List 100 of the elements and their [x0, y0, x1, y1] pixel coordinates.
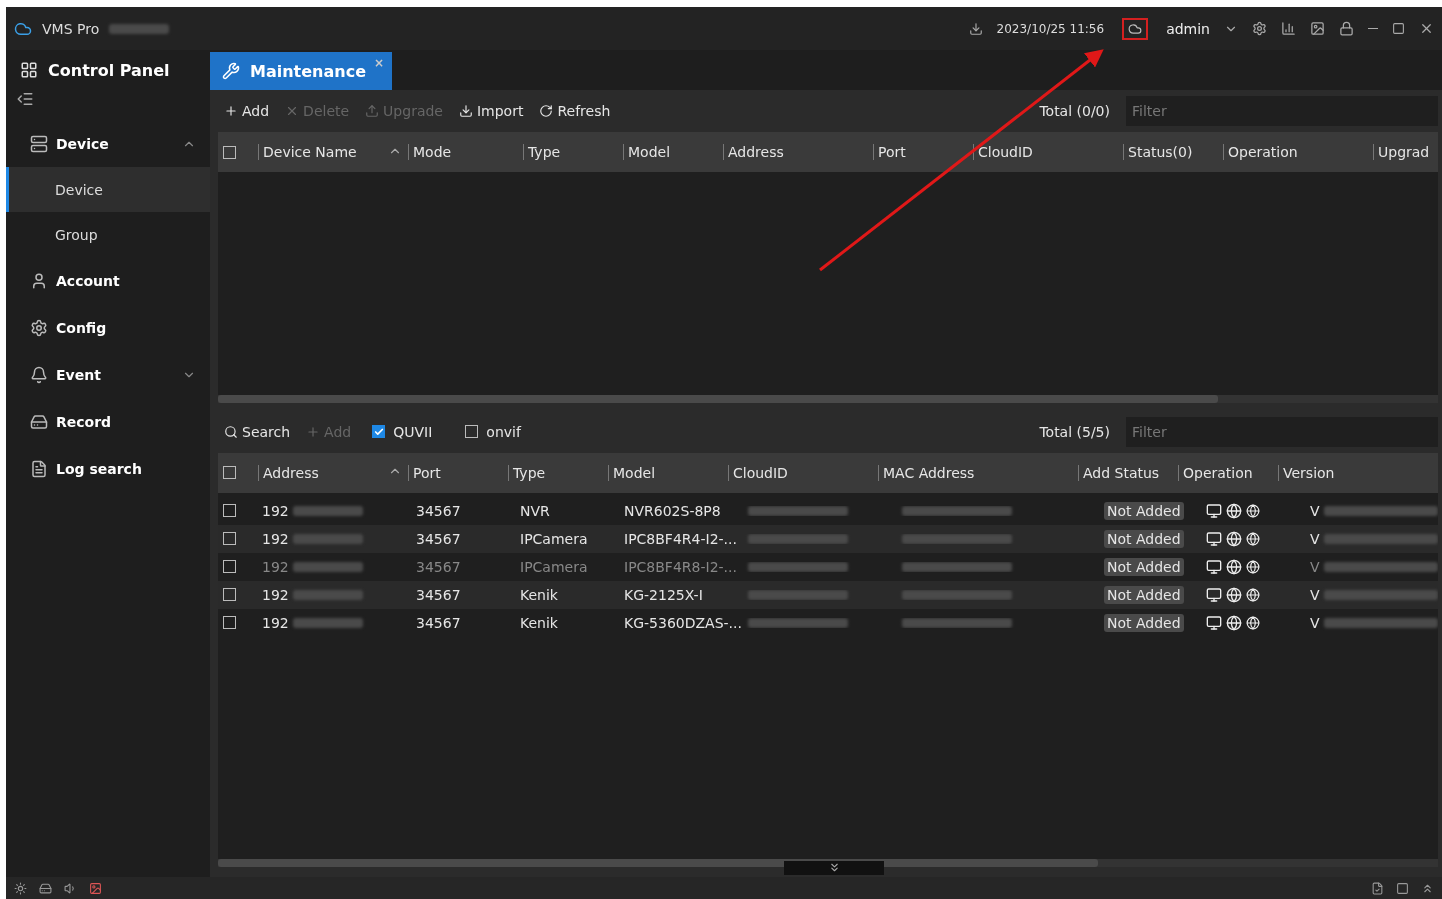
checkbox[interactable] [223, 588, 236, 601]
table-row[interactable]: 192 34567 Kenik KG-5360DZAS-... Not Added V [218, 608, 1438, 637]
redacted-text [292, 561, 363, 572]
column-header[interactable]: Version [1278, 464, 1335, 481]
column-header[interactable]: Device Name [258, 144, 357, 160]
drive-icon [30, 412, 48, 431]
checkbox[interactable] [223, 145, 236, 159]
checkbox-option[interactable]: QUVII [367, 423, 433, 440]
user-name[interactable]: admin [1166, 20, 1210, 37]
status-badge: Not Added [1104, 557, 1184, 576]
column-header[interactable]: Add Status [1078, 464, 1160, 481]
column-header[interactable]: Operation [1223, 144, 1298, 160]
scrollbar[interactable] [218, 394, 1438, 403]
table-cell: V [1310, 558, 1320, 575]
table-cell: V [1310, 502, 1320, 519]
download-icon [968, 21, 983, 36]
control-panel-title[interactable]: Control Panel [48, 60, 170, 80]
settings-icon [1252, 21, 1267, 36]
filter-field[interactable]: Filter [1126, 96, 1438, 126]
toolbar-button[interactable]: Refresh [539, 103, 611, 119]
bar-chart-icon [1281, 21, 1296, 36]
menu-item[interactable]: Config [6, 304, 210, 351]
status-badge: Not Added [1104, 529, 1184, 548]
table-cell: NVR602S-8P8 [624, 502, 721, 519]
column-header[interactable]: Port [408, 464, 441, 481]
column-header[interactable]: Type [523, 144, 561, 160]
collapse-menu-icon [16, 90, 34, 108]
cloud-icon [1128, 21, 1143, 36]
submenu-item[interactable]: Group [6, 212, 210, 257]
wrench-icon [222, 62, 240, 80]
column-header[interactable]: Address [258, 464, 319, 481]
menu-item[interactable]: Account [6, 257, 210, 304]
column-header[interactable]: Operation [1178, 464, 1253, 481]
table-cell: 192 [262, 586, 289, 603]
checkbox[interactable] [223, 504, 236, 517]
table-row[interactable]: 192 34567 NVR NVR602S-8P8 Not Added V [218, 496, 1438, 525]
toolbar-button[interactable]: Import [458, 103, 524, 119]
column-header[interactable]: CloudID [728, 464, 788, 481]
total-count: Total (5/5) [1039, 423, 1110, 440]
maximize-icon [1392, 22, 1405, 35]
table-row[interactable]: 192 34567 IPCamera IPC8BF4R8-I2-... Not Added V [218, 552, 1438, 581]
column-header[interactable]: Model [623, 144, 671, 160]
user-icon [30, 271, 48, 290]
tab[interactable]: Maintenance × [210, 52, 392, 90]
checkbox[interactable] [465, 425, 479, 438]
table-cell: V [1310, 614, 1320, 631]
table-cell: NVR [520, 502, 550, 519]
column-header[interactable]: Upgrad [1373, 144, 1430, 160]
datetime: 2023/10/25 11:56 [996, 21, 1105, 36]
monitor-icon [1206, 530, 1222, 547]
table-cell: V [1310, 530, 1320, 547]
checkbox[interactable] [223, 560, 236, 573]
sun-icon [14, 881, 27, 895]
table-cell: IPC8BF4R4-I2-... [624, 530, 737, 547]
table-cell: V [1310, 586, 1320, 603]
redacted-text [292, 589, 363, 600]
cloud-button[interactable] [1122, 17, 1149, 40]
menu-item[interactable]: Record [6, 398, 210, 445]
checkbox[interactable] [223, 466, 236, 479]
monitor-icon [1206, 586, 1222, 603]
checkbox[interactable] [223, 616, 236, 629]
globe-icon [1226, 614, 1242, 631]
plus-icon [306, 424, 321, 439]
column-header[interactable]: Port [873, 144, 906, 160]
column-header[interactable]: Type [508, 464, 546, 481]
redacted-text [292, 617, 363, 628]
gear-icon [30, 318, 48, 337]
checkbox[interactable] [223, 532, 236, 545]
column-header[interactable]: MAC Address [878, 464, 975, 481]
checkbox[interactable] [372, 425, 386, 438]
browser-icon [1246, 531, 1260, 546]
column-header[interactable]: Status(0) [1123, 144, 1193, 160]
menu-item[interactable]: Event [6, 351, 210, 398]
browser-icon [1246, 503, 1260, 518]
monitor-icon [1206, 502, 1222, 519]
checkbox-option[interactable]: onvif [460, 423, 521, 440]
speaker-icon [64, 881, 77, 895]
redacted-version [109, 23, 170, 34]
column-header[interactable]: Mode [408, 144, 452, 160]
document-icon [30, 459, 48, 478]
column-header[interactable]: Address [723, 144, 784, 160]
plus-icon [224, 104, 238, 118]
scrollbar[interactable] [218, 859, 1438, 867]
globe-icon [1226, 530, 1242, 547]
table-cell: 34567 [416, 558, 461, 575]
menu-item[interactable]: Log search [6, 445, 210, 492]
column-header[interactable]: Model [608, 464, 656, 481]
refresh-icon [539, 104, 554, 118]
toolbar-button[interactable]: Add [224, 103, 270, 119]
filter-field[interactable]: Filter [1126, 416, 1438, 447]
table-cell: 34567 [416, 502, 461, 519]
toolbar-button[interactable]: Search [224, 423, 291, 440]
submenu-item[interactable]: Device [6, 167, 210, 212]
globe-icon [1226, 586, 1242, 603]
drive-icon [39, 881, 52, 895]
menu-item[interactable]: Device [6, 120, 210, 167]
download-icon [458, 104, 473, 118]
column-header[interactable]: CloudID [973, 144, 1033, 160]
document-icon [1371, 881, 1384, 895]
table-cell: Kenik [520, 614, 558, 631]
